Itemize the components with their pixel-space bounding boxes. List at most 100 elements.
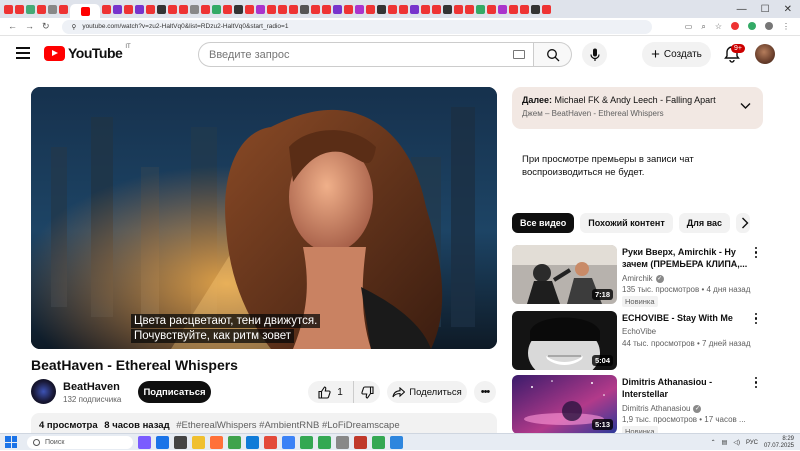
search-button[interactable] xyxy=(534,42,572,67)
tab-favicon[interactable] xyxy=(4,4,13,14)
keyboard-icon[interactable] xyxy=(513,50,525,59)
video-thumbnail[interactable]: 7:18 xyxy=(512,245,617,304)
tab-favicon[interactable] xyxy=(168,4,177,14)
chip-for-you[interactable]: Для вас xyxy=(678,213,731,233)
tab-favicon[interactable] xyxy=(59,4,68,14)
tab-favicon[interactable] xyxy=(509,4,518,14)
app-icon[interactable] xyxy=(336,435,349,449)
tab-favicon[interactable] xyxy=(454,4,463,14)
account-avatar[interactable] xyxy=(755,44,775,64)
edge-icon[interactable] xyxy=(246,435,259,449)
site-info-icon[interactable]: ⚲ xyxy=(72,23,77,31)
tab-favicon[interactable] xyxy=(498,4,507,14)
tab-favicon[interactable] xyxy=(26,4,35,14)
app-icon[interactable] xyxy=(264,435,277,449)
dislike-button[interactable] xyxy=(354,381,380,403)
search-input[interactable]: Введите запрос xyxy=(198,42,534,67)
firefox-icon[interactable] xyxy=(210,435,223,449)
tab-favicon[interactable] xyxy=(15,4,24,14)
tab-favicon[interactable] xyxy=(201,4,210,14)
tab-favicon[interactable] xyxy=(366,4,375,14)
tab-favicon[interactable] xyxy=(333,4,342,14)
tab-favicon[interactable] xyxy=(37,4,46,14)
chrome-icon[interactable] xyxy=(318,435,331,449)
minimize-icon[interactable]: — xyxy=(737,4,747,15)
profile-icon[interactable] xyxy=(765,21,773,30)
tab-favicon[interactable] xyxy=(135,4,144,14)
tab-favicon[interactable] xyxy=(520,4,529,14)
windows-start-icon[interactable] xyxy=(5,436,17,448)
zoom-icon[interactable]: ⌕ xyxy=(701,22,705,32)
item-menu-icon[interactable] xyxy=(752,247,760,259)
bookmark-star-icon[interactable]: ☆ xyxy=(715,22,722,32)
tab-favicon[interactable] xyxy=(311,4,320,14)
app-icon[interactable] xyxy=(174,435,187,449)
close-icon[interactable]: ✕ xyxy=(784,4,792,15)
create-button[interactable]: + Создать xyxy=(642,42,711,67)
recommendation-item[interactable]: 7:18 Руки Вверх, Amirchik - Ну зачем (ПР… xyxy=(512,245,772,307)
tab-favicon[interactable] xyxy=(102,4,111,14)
tab-favicon[interactable] xyxy=(234,4,243,14)
tab-favicon[interactable] xyxy=(388,4,397,14)
tab-favicon[interactable] xyxy=(443,4,452,14)
youtube-logo[interactable]: YouTube IT xyxy=(44,44,131,61)
tab-favicon[interactable] xyxy=(487,4,496,14)
clock[interactable]: 8:29 07.07.2025 xyxy=(764,436,794,450)
tab-favicon[interactable] xyxy=(278,4,287,14)
tab-favicon[interactable] xyxy=(421,4,430,14)
extension-icon[interactable] xyxy=(731,21,739,30)
tab-favicon[interactable] xyxy=(289,4,298,14)
recommendation-item[interactable]: 5:04 ECHOVIBE - Stay With Me EchoVibe 44… xyxy=(512,311,772,371)
chrome-icon[interactable] xyxy=(300,435,313,449)
tab-favicon[interactable] xyxy=(190,4,199,14)
like-button[interactable]: 1 xyxy=(308,381,354,403)
reload-icon[interactable]: ↻ xyxy=(42,21,50,32)
tab-favicon[interactable] xyxy=(410,4,419,14)
tab-favicon[interactable] xyxy=(223,4,232,14)
video-thumbnail[interactable]: 5:04 xyxy=(512,311,617,370)
tab-favicon[interactable] xyxy=(377,4,386,14)
tab-favicon[interactable] xyxy=(157,4,166,14)
item-menu-icon[interactable] xyxy=(752,313,760,325)
channel-name[interactable]: BeatHaven xyxy=(63,381,120,393)
more-actions-button[interactable]: ••• xyxy=(474,381,496,403)
item-menu-icon[interactable] xyxy=(752,377,760,389)
chip-all-videos[interactable]: Все видео xyxy=(512,213,575,233)
share-button[interactable]: Поделиться xyxy=(387,381,467,403)
tab-favicon[interactable] xyxy=(355,4,364,14)
app-icon[interactable] xyxy=(354,435,367,449)
tab-favicon[interactable] xyxy=(432,4,441,14)
recommendation-channel[interactable]: Amirchik ✓ xyxy=(622,274,664,283)
recommendation-title[interactable]: Dimitris Athanasiou - Interstellar xyxy=(622,376,752,400)
hashtags[interactable]: #EtherealWhispers #AmbientRNB #LoFiDream… xyxy=(176,420,399,431)
volume-icon[interactable]: ◁) xyxy=(733,439,740,446)
chip-related[interactable]: Похожий контент xyxy=(580,213,673,233)
app-icon[interactable] xyxy=(282,435,295,449)
forward-icon[interactable]: → xyxy=(25,21,34,32)
tab-favicon[interactable] xyxy=(476,4,485,14)
menu-dots-icon[interactable]: ⋮ xyxy=(782,22,790,32)
app-icon[interactable] xyxy=(138,435,151,449)
tab-favicon[interactable] xyxy=(212,4,221,14)
extension-icon[interactable] xyxy=(748,21,756,30)
tab-active[interactable] xyxy=(70,4,100,18)
tray-chevron-icon[interactable]: ⌃ xyxy=(711,439,716,446)
voice-search-button[interactable] xyxy=(582,42,607,67)
up-next-panel[interactable]: Далее: Michael FK & Andy Leech - Falling… xyxy=(512,87,763,129)
tab-favicon[interactable] xyxy=(48,4,57,14)
maximize-icon[interactable]: ☐ xyxy=(761,4,770,15)
tab-favicon[interactable] xyxy=(399,4,408,14)
tab-favicon[interactable] xyxy=(300,4,309,14)
hamburger-menu-icon[interactable] xyxy=(16,47,30,59)
subscribe-button[interactable]: Подписаться xyxy=(138,381,211,403)
chevron-right-icon[interactable] xyxy=(741,217,749,229)
app-icon[interactable] xyxy=(228,435,241,449)
network-icon[interactable]: ▤ xyxy=(722,439,728,446)
channel-avatar[interactable] xyxy=(31,379,56,404)
chevron-down-icon[interactable] xyxy=(740,102,751,110)
recommendation-title[interactable]: Руки Вверх, Amirchik - Ну зачем (ПРЕМЬЕР… xyxy=(622,246,752,270)
tab-favicon[interactable] xyxy=(465,4,474,14)
video-thumbnail[interactable]: 5:13 xyxy=(512,375,617,434)
recommendation-channel[interactable]: EchoVibe xyxy=(622,327,656,336)
back-icon[interactable]: ← xyxy=(8,21,17,32)
